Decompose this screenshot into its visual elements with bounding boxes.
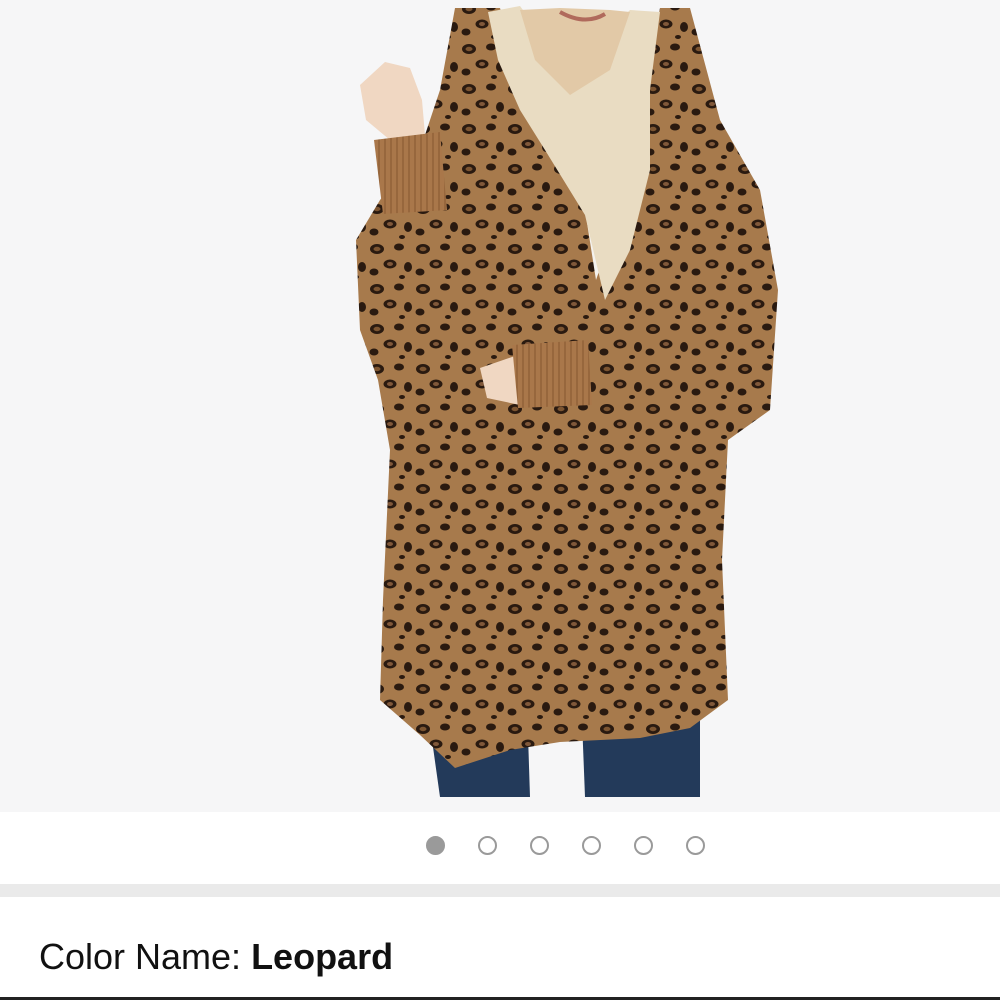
carousel-dot[interactable]	[634, 836, 653, 855]
color-name-label: Color Name: Leopard	[39, 935, 393, 979]
carousel-dot[interactable]	[426, 836, 445, 855]
color-name-key: Color Name:	[39, 936, 252, 977]
sleeve-cuff-lower	[512, 340, 592, 408]
sleeve-cuff-upper	[374, 132, 447, 214]
carousel-dot[interactable]	[582, 836, 601, 855]
product-image[interactable]	[0, 0, 1000, 812]
section-divider	[0, 884, 1000, 897]
color-variation-row: Color Name: Leopard	[0, 897, 1000, 1000]
carousel-dot[interactable]	[478, 836, 497, 855]
product-photo-illustration	[356, 6, 778, 797]
image-carousel-indicator	[0, 812, 1000, 884]
carousel-dot[interactable]	[530, 836, 549, 855]
raised-hand	[360, 62, 425, 140]
carousel-dot[interactable]	[686, 836, 705, 855]
color-name-value: Leopard	[251, 936, 394, 977]
product-detail-screen: Color Name: Leopard	[0, 0, 1000, 1000]
